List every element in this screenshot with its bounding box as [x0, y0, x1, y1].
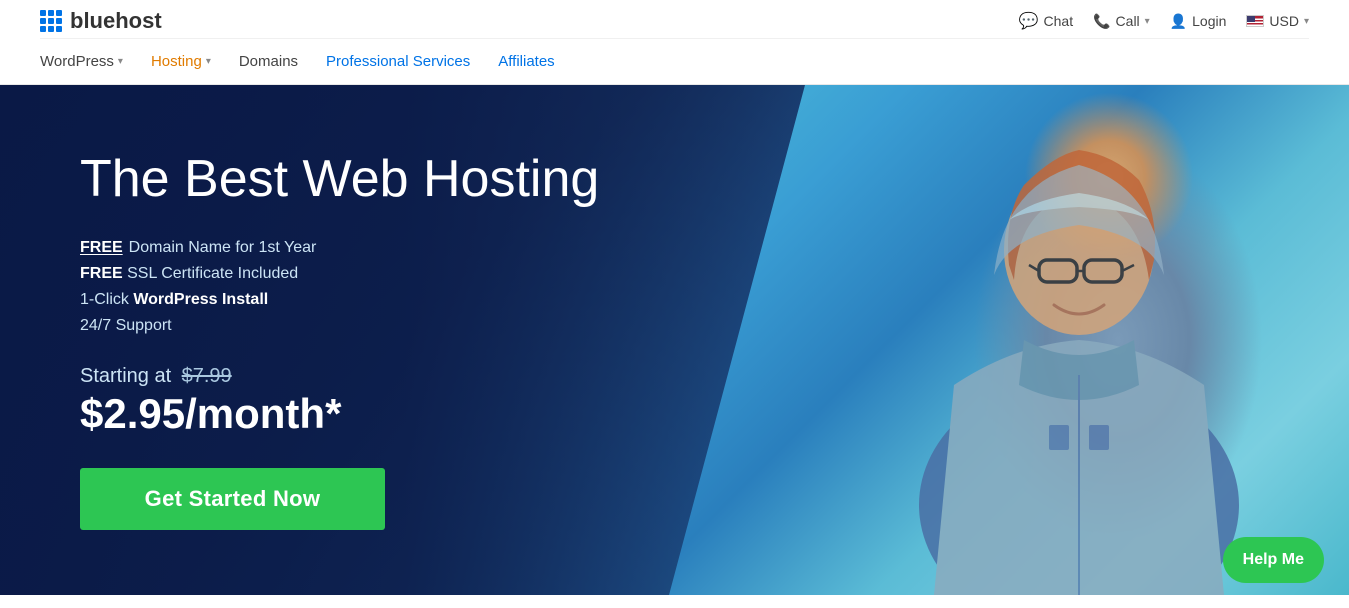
feature-support: 24/7 Support	[80, 317, 599, 335]
currency-dropdown-arrow: ▾	[1304, 16, 1309, 27]
feature-wordpress-text: 1-Click WordPress Install	[80, 291, 268, 309]
pricing-label: Starting at	[80, 365, 171, 387]
feature-domain-text: Domain Name for 1st Year	[129, 239, 317, 257]
feature-support-text: 24/7 Support	[80, 317, 172, 335]
header-actions: 💬 Chat 📞 Call ▾ 👤 Login USD ▾	[1019, 11, 1309, 31]
logo[interactable]: bluehost	[40, 8, 162, 34]
pricing-current: $2.95/month*	[80, 390, 599, 438]
site-header: bluehost 💬 Chat 📞 Call ▾ 👤 Login USD ▾	[0, 0, 1349, 85]
feature-ssl: FREE SSL Certificate Included	[80, 265, 599, 283]
nav-hosting[interactable]: Hosting ▾	[151, 49, 211, 74]
phone-icon: 📞	[1093, 13, 1110, 30]
get-started-button[interactable]: Get Started Now	[80, 468, 385, 530]
hero-section: The Best Web Hosting FREE Domain Name fo…	[0, 85, 1349, 595]
main-nav: WordPress ▾ Hosting ▾ Domains Profession…	[40, 39, 1309, 84]
nav-wordpress[interactable]: WordPress ▾	[40, 49, 123, 74]
feature-ssl-text: FREE SSL Certificate Included	[80, 265, 298, 283]
nav-affiliates-label: Affiliates	[498, 53, 554, 70]
call-dropdown-arrow: ▾	[1145, 16, 1150, 27]
nav-domains-label: Domains	[239, 53, 298, 70]
logo-icon	[40, 10, 62, 32]
chat-label: Chat	[1044, 13, 1074, 29]
feature-free-domain-label: FREE	[80, 239, 123, 257]
login-link[interactable]: 👤 Login	[1170, 13, 1227, 30]
currency-selector[interactable]: USD ▾	[1246, 13, 1309, 29]
chat-link[interactable]: 💬 Chat	[1019, 11, 1074, 31]
user-icon: 👤	[1170, 13, 1187, 30]
feature-domain: FREE Domain Name for 1st Year	[80, 239, 599, 257]
login-label: Login	[1192, 13, 1226, 29]
pricing-original: $7.99	[182, 365, 232, 387]
nav-domains[interactable]: Domains	[239, 49, 298, 74]
logo-text: bluehost	[70, 8, 162, 34]
chat-icon: 💬	[1019, 11, 1039, 31]
nav-professional-services-label: Professional Services	[326, 53, 470, 70]
nav-hosting-label: Hosting	[151, 53, 202, 70]
currency-label: USD	[1269, 13, 1299, 29]
hero-title: The Best Web Hosting	[80, 150, 599, 210]
call-link[interactable]: 📞 Call ▾	[1093, 13, 1150, 30]
nav-professional-services[interactable]: Professional Services	[326, 49, 470, 74]
person-illustration	[829, 85, 1329, 595]
help-me-button[interactable]: Help Me	[1223, 537, 1324, 583]
wordpress-dropdown-arrow: ▾	[118, 56, 123, 67]
nav-affiliates[interactable]: Affiliates	[498, 49, 554, 74]
header-top: bluehost 💬 Chat 📞 Call ▾ 👤 Login USD ▾	[40, 0, 1309, 39]
feature-wordpress: 1-Click WordPress Install	[80, 291, 599, 309]
nav-wordpress-label: WordPress	[40, 53, 114, 70]
hero-content: The Best Web Hosting FREE Domain Name fo…	[0, 90, 679, 591]
call-label: Call	[1116, 13, 1140, 29]
hero-features-list: FREE Domain Name for 1st Year FREE SSL C…	[80, 239, 599, 335]
pricing-block: Starting at $7.99 $2.95/month*	[80, 365, 599, 438]
flag-icon	[1246, 15, 1264, 27]
hosting-dropdown-arrow: ▾	[206, 56, 211, 67]
